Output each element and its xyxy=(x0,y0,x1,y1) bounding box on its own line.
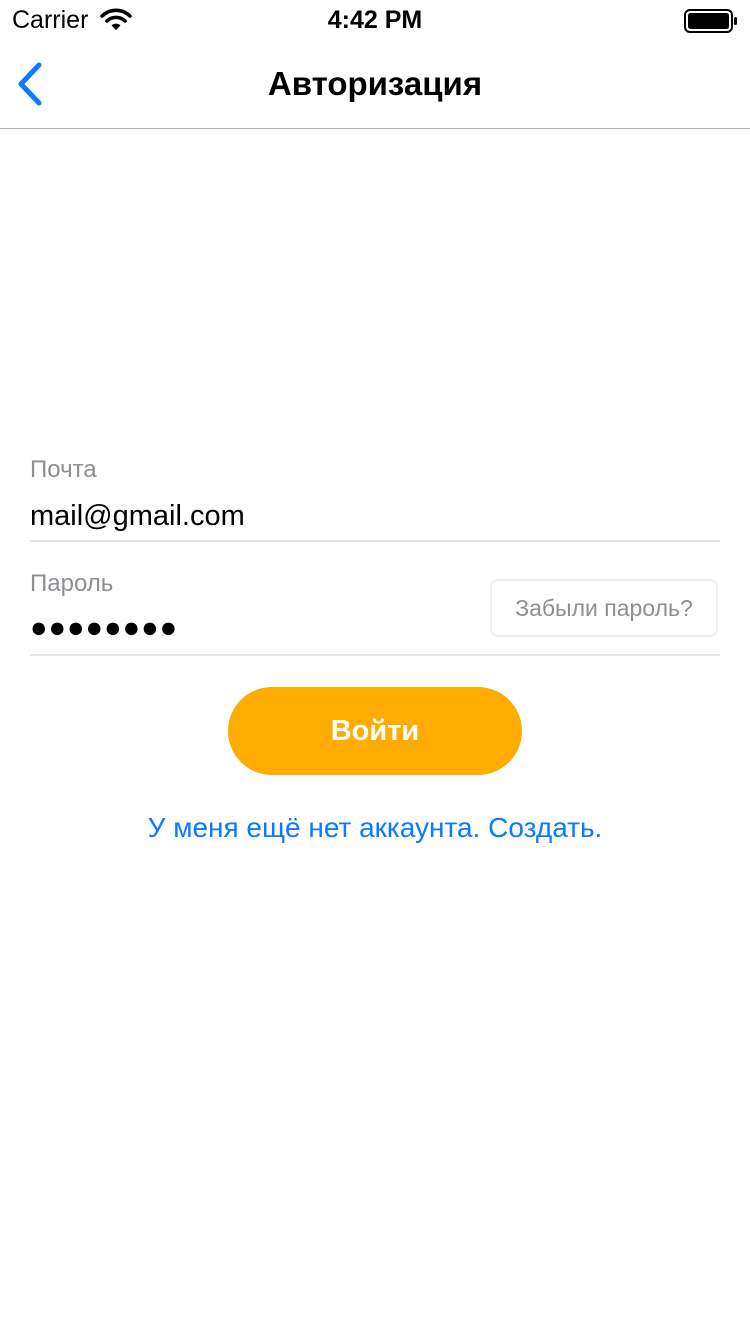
email-divider xyxy=(30,540,720,542)
password-label: Пароль xyxy=(30,570,114,597)
battery-full-icon xyxy=(684,9,738,33)
status-time: 4:42 PM xyxy=(327,6,423,34)
forgot-password-button[interactable]: Забыли пароль? xyxy=(490,579,718,637)
login-button[interactable]: Войти xyxy=(228,687,522,775)
email-field[interactable] xyxy=(30,498,720,534)
password-field[interactable] xyxy=(30,610,470,646)
create-account-link[interactable]: У меня ещё нет аккаунта. Создать. xyxy=(0,810,750,846)
status-bar: Carrier 4:42 PM xyxy=(0,0,750,40)
password-divider xyxy=(30,654,720,656)
email-label: Почта xyxy=(30,456,97,483)
navigation-bar: Авторизация xyxy=(0,40,750,129)
page-title: Авторизация xyxy=(267,65,483,102)
